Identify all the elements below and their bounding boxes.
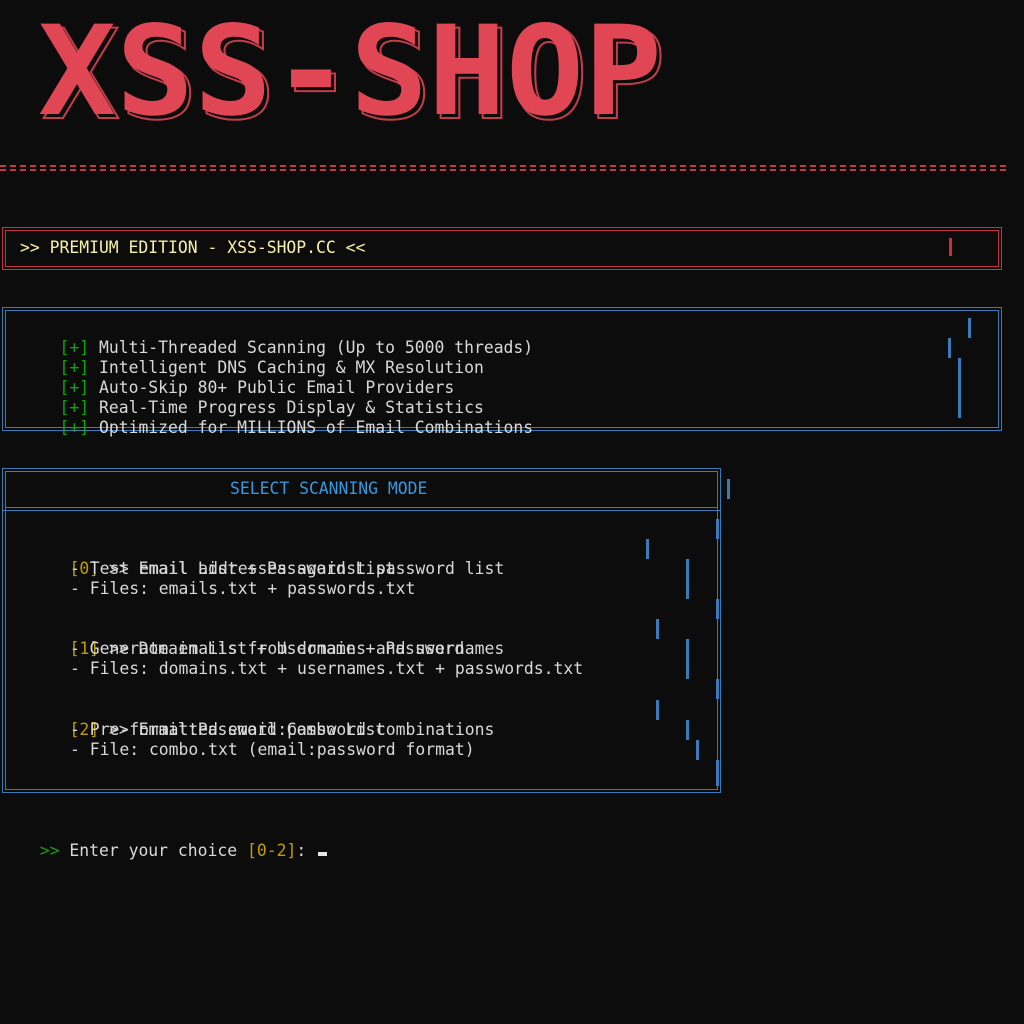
prompt-text: Enter your choice [59, 841, 247, 860]
features-side-bar [968, 318, 971, 338]
mode-option-detail: - Files: domains.txt + usernames.txt + p… [70, 659, 584, 678]
features-side-bar [948, 338, 951, 358]
feature-item: [+] Optimized for MILLIONS of Email Comb… [20, 398, 533, 458]
prompt-arrow: >> [39, 841, 60, 860]
menu-side-bar [646, 539, 649, 559]
menu-header-side-bar [727, 479, 730, 499]
mode-option-detail: - Test email addresses against password … [70, 559, 505, 578]
menu-side-bar [696, 740, 699, 760]
menu-side-bar [656, 700, 659, 720]
mode-option-detail: - File: combo.txt (email:password format… [70, 740, 475, 759]
features-side-bar [958, 358, 961, 418]
logo-text: XSS-SHOP [38, 12, 662, 134]
premium-banner-text: >> PREMIUM EDITION - XSS-SHOP.CC << [20, 238, 366, 257]
menu-side-bar [716, 519, 719, 539]
feature-marker: [+] [59, 418, 90, 437]
feature-text: Optimized for MILLIONS of Email Combinat… [98, 418, 534, 437]
menu-side-bar [716, 679, 719, 699]
menu-side-bar [716, 599, 719, 619]
menu-side-bar [686, 639, 689, 679]
choice-prompt[interactable]: >> Enter your choice [0-2]: [20, 821, 328, 861]
mode-option-detail: - Pre-formatted email:password combinati… [70, 720, 495, 739]
menu-side-bar [656, 619, 659, 639]
menu-side-bar [686, 559, 689, 599]
mode-option-detail: - Generate emails from domains and usern… [70, 639, 505, 658]
mode-option-detail: - Files: emails.txt + passwords.txt [70, 579, 416, 598]
menu-side-bar [686, 720, 689, 740]
header-separator [0, 164, 1006, 174]
menu-side-bar [716, 760, 719, 786]
menu-title: SELECT SCANNING MODE [230, 479, 428, 498]
app-logo: XSS-SHOP XSS-SHOP [38, 0, 678, 149]
prompt-suffix: : [296, 841, 317, 860]
prompt-range: [0-2] [247, 841, 297, 860]
banner-side-bar [949, 238, 952, 256]
text-cursor[interactable] [318, 852, 328, 856]
